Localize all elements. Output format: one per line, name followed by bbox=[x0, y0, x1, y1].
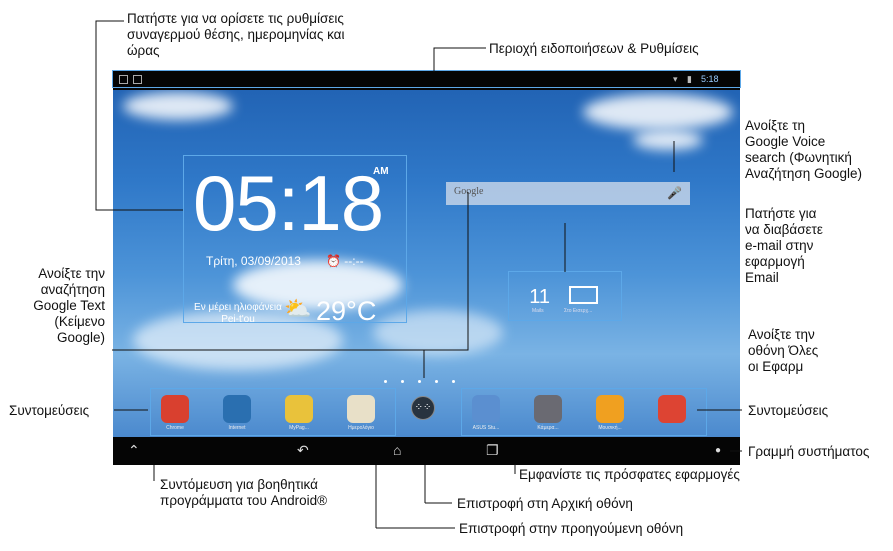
back-button[interactable]: ↶ bbox=[297, 442, 309, 459]
shortcuts-right: ASUS Stu... Κάμερα... Μουσική... bbox=[461, 388, 707, 436]
search-label: Google bbox=[454, 186, 484, 197]
app-label: Chrome bbox=[166, 425, 184, 431]
app-label: ASUS Stu... bbox=[472, 425, 500, 431]
page-indicator bbox=[384, 380, 387, 383]
app-label: Internet bbox=[228, 425, 246, 431]
shortcuts-left: Chrome Internet MyPag... Ημερολόγιο bbox=[150, 388, 396, 436]
app-icon[interactable] bbox=[161, 395, 189, 423]
email-highlight bbox=[508, 271, 622, 321]
callout-shortcuts-right: Συντομεύσεις bbox=[748, 403, 829, 418]
callout-line: Google) bbox=[56, 330, 105, 345]
clock-highlight bbox=[183, 155, 407, 323]
callout-android-tools: Συντόμευση για βοηθητικά προγράμματα του… bbox=[160, 477, 327, 509]
callout-system-bar: Γραμμή συστήματος bbox=[748, 444, 870, 459]
overflow-dot: ● bbox=[715, 445, 722, 456]
android-tools-button[interactable]: ⌃ bbox=[128, 442, 140, 459]
home-button[interactable]: ⌂ bbox=[393, 442, 401, 458]
callout-line: Google Text bbox=[33, 298, 105, 313]
cloud bbox=[123, 92, 233, 120]
callout-line: Αναζήτηση Google) bbox=[745, 166, 862, 181]
grid-icon: ⁘⁘ bbox=[414, 402, 432, 413]
app-label: MyPag... bbox=[289, 425, 309, 431]
app-label: Μουσική... bbox=[598, 425, 622, 431]
callout-time-settings: Πατήστε για να ορίσετε τις ρυθμίσεις συν… bbox=[127, 11, 345, 59]
callout-line: οθόνη Όλες bbox=[748, 343, 819, 358]
app-icon[interactable] bbox=[534, 395, 562, 423]
notification-highlight bbox=[112, 70, 741, 88]
callout-line: Email bbox=[745, 270, 779, 285]
app-icon[interactable] bbox=[223, 395, 251, 423]
callout-line: search (Φωνητική bbox=[745, 150, 852, 165]
page-indicator bbox=[452, 380, 455, 383]
all-apps-button[interactable]: ⁘⁘ bbox=[411, 396, 435, 420]
callout-line: Συντόμευση για βοηθητικά bbox=[160, 477, 318, 492]
callout-recent-apps: Εμφανίστε τις πρόσφατες εφαρμογές bbox=[519, 467, 740, 482]
callout-line: αναζήτηση bbox=[40, 282, 105, 297]
callout-line: Πατήστε για να ορίσετε τις ρυθμίσεις bbox=[127, 11, 344, 26]
callout-line: Ανοίξτε την bbox=[38, 266, 105, 281]
callout-line: προγράμματα του Android® bbox=[160, 493, 328, 508]
callout-line: Ανοίξτε τη bbox=[745, 118, 806, 133]
app-icon[interactable] bbox=[658, 395, 686, 423]
callout-line: εφαρμογή bbox=[745, 254, 805, 269]
page-indicator bbox=[401, 380, 404, 383]
callout-text-search: Ανοίξτε την αναζήτηση Google Text (Κείμε… bbox=[10, 266, 105, 346]
callout-shortcuts-left: Συντομεύσεις bbox=[9, 403, 90, 418]
recent-apps-button[interactable]: ❐ bbox=[486, 442, 499, 459]
app-icon[interactable] bbox=[347, 395, 375, 423]
callout-line: συναγερμού θέσης, ημερομηνίας και bbox=[127, 27, 345, 42]
app-icon[interactable] bbox=[472, 395, 500, 423]
app-icon[interactable] bbox=[596, 395, 624, 423]
microphone-icon[interactable]: 🎤 bbox=[667, 186, 682, 200]
callout-line: ώρας bbox=[127, 43, 160, 58]
callout-email: Πατήστε για να διαβάσετε e-mail στην εφα… bbox=[745, 206, 823, 286]
google-search-bar[interactable]: Google 🎤 bbox=[446, 182, 690, 205]
callout-notifications: Περιοχή ειδοποιήσεων & Ρυθμίσεις bbox=[489, 41, 699, 56]
app-icon[interactable] bbox=[285, 395, 313, 423]
callout-voice-search: Ανοίξτε τη Google Voice search (Φωνητική… bbox=[745, 118, 862, 182]
callout-line: e-mail στην bbox=[745, 238, 814, 253]
system-bar bbox=[113, 437, 740, 465]
callout-line: Ανοίξτε την bbox=[748, 327, 815, 342]
app-label: Ημερολόγιο bbox=[348, 425, 374, 431]
callout-home: Επιστροφή στη Αρχική οθόνη bbox=[457, 496, 633, 511]
callout-all-apps: Ανοίξτε την οθόνη Όλες οι Εφαρμ bbox=[748, 327, 818, 375]
app-label: Κάμερα... bbox=[537, 425, 559, 431]
page-indicator bbox=[435, 380, 438, 383]
callout-back: Επιστροφή στην προηγούμενη οθόνη bbox=[459, 521, 684, 536]
callout-line: οι Εφαρμ bbox=[748, 359, 804, 374]
cloud bbox=[583, 94, 733, 130]
callout-line: Πατήστε για bbox=[745, 206, 817, 221]
callout-line: (Κείμενο bbox=[54, 314, 105, 329]
callout-line: Google Voice bbox=[745, 134, 826, 149]
cloud bbox=[633, 130, 703, 150]
page-indicator bbox=[418, 380, 421, 383]
callout-line: να διαβάσετε bbox=[745, 222, 823, 237]
